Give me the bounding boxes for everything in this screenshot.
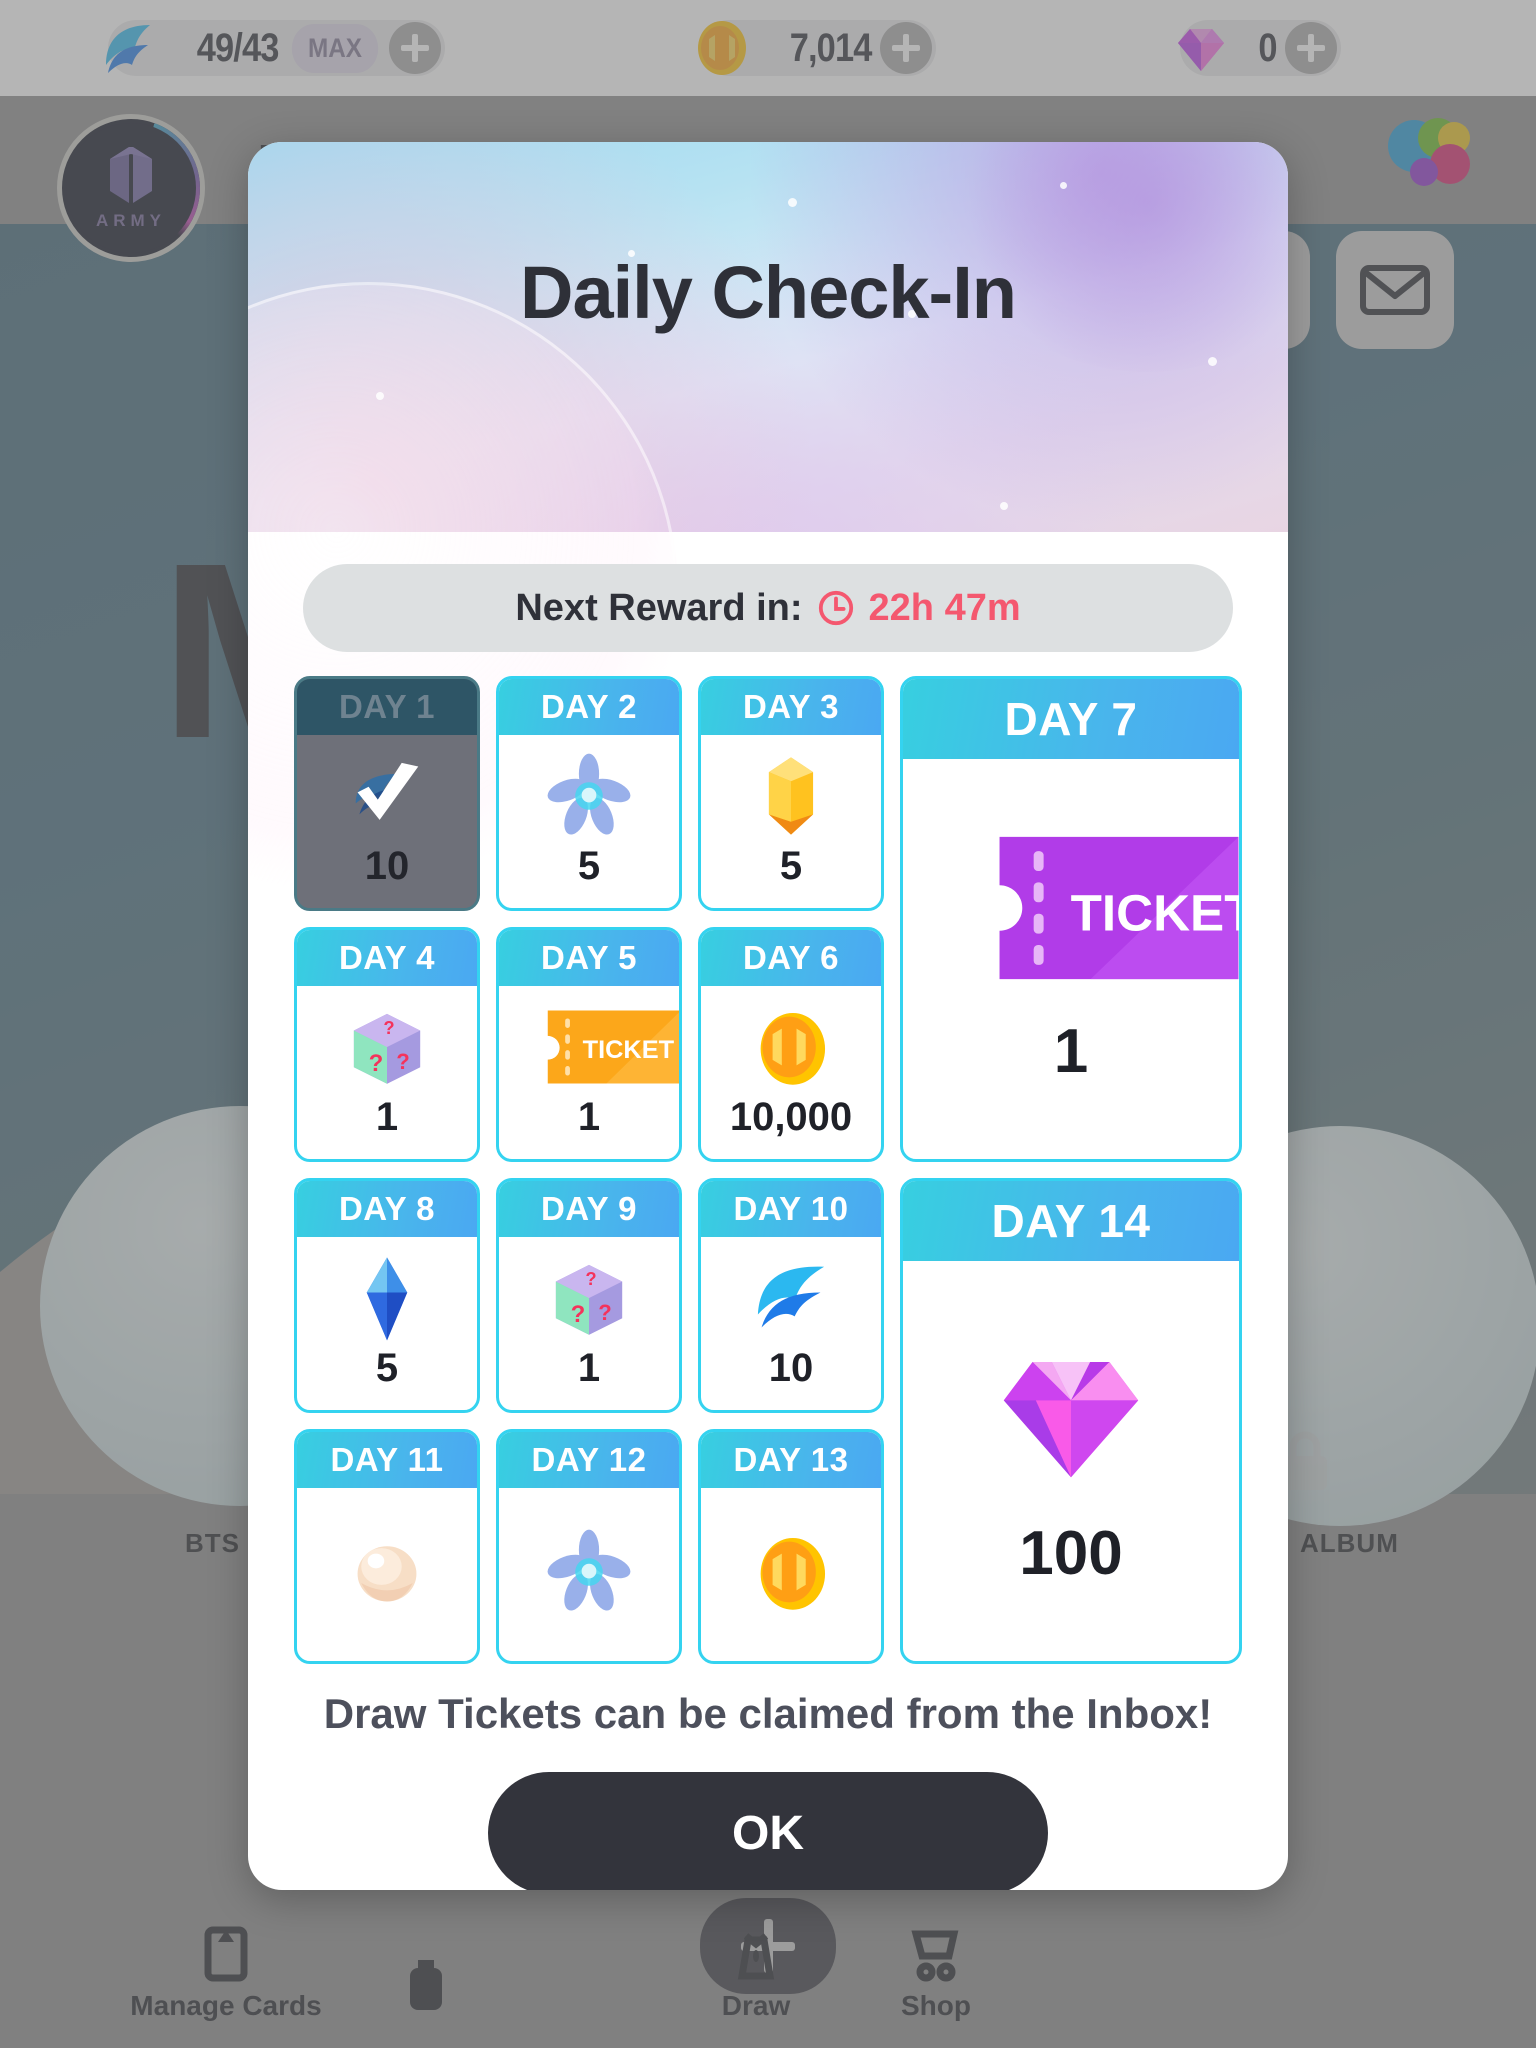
day-card[interactable]: DAY 14 100: [900, 1178, 1242, 1664]
day-card-body: TICKET 1: [499, 986, 679, 1159]
modal-header: Daily Check-In: [248, 142, 1288, 902]
day-card[interactable]: DAY 4 ? ? ? 1: [294, 927, 480, 1162]
day-card-quantity: 10: [768, 1346, 814, 1390]
flower-icon: [543, 1526, 635, 1618]
mystery-box-icon: ? ? ?: [341, 1001, 433, 1093]
day-card-quantity: 10: [364, 844, 410, 888]
purple-ticket-icon: TICKET: [991, 828, 1239, 988]
day-card-header: DAY 8: [297, 1181, 477, 1237]
day-card-quantity: 5: [375, 1346, 399, 1390]
svg-text:TICKET: TICKET: [1071, 884, 1242, 941]
day-card-header: DAY 5: [499, 930, 679, 986]
day-card[interactable]: DAY 10 10: [698, 1178, 884, 1413]
day-card-quantity: 100: [1019, 1518, 1123, 1588]
day-card-body: 5: [499, 735, 679, 908]
svg-text:?: ?: [598, 1300, 612, 1325]
day-card[interactable]: DAY 2 5: [496, 676, 682, 911]
clock-icon: [817, 589, 855, 627]
day-card-body: TICKET 1: [903, 759, 1239, 1159]
diamond-icon: [991, 1330, 1151, 1490]
day-card-body: ? ? ? 1: [499, 1237, 679, 1410]
svg-text:?: ?: [571, 1301, 586, 1328]
svg-text:?: ?: [396, 1049, 409, 1074]
day-card[interactable]: DAY 11: [294, 1429, 480, 1664]
day-card-quantity: 1: [1053, 1016, 1089, 1086]
wing-icon: [745, 1252, 837, 1344]
next-reward-banner: Next Reward in: 22h 47m: [303, 564, 1233, 652]
day-card[interactable]: DAY 6 10,000: [698, 927, 884, 1162]
day-card[interactable]: DAY 1 10: [294, 676, 480, 911]
svg-text:?: ?: [383, 1017, 394, 1038]
day-card-header: DAY 11: [297, 1432, 477, 1488]
day-card-header: DAY 9: [499, 1181, 679, 1237]
day-card-header: DAY 4: [297, 930, 477, 986]
day-card-body: [701, 1488, 881, 1661]
day-card-header: DAY 10: [701, 1181, 881, 1237]
svg-text:TICKET: TICKET: [583, 1036, 675, 1064]
ok-button[interactable]: OK: [488, 1772, 1048, 1890]
day-card-body: [297, 1488, 477, 1661]
day-card[interactable]: DAY 13: [698, 1429, 884, 1664]
next-reward-label: Next Reward in:: [515, 586, 803, 629]
day-card[interactable]: DAY 7 TICKET 1: [900, 676, 1242, 1162]
day-card[interactable]: DAY 8 5: [294, 1178, 480, 1413]
svg-text:?: ?: [585, 1268, 596, 1289]
day-card-body: 10: [701, 1237, 881, 1410]
day-card[interactable]: DAY 9 ? ? ? 1: [496, 1178, 682, 1413]
gold-crystal-icon: [745, 750, 837, 842]
day-card-header: DAY 13: [701, 1432, 881, 1488]
day-card-body: [499, 1488, 679, 1661]
blue-gem-icon: [341, 1252, 433, 1344]
day-cards-scroll-area[interactable]: DAY 1 10 DAY 2 5 DAY 3 5 DAY 7 TICKET 1 …: [294, 676, 1242, 1664]
page-title: Daily Check-In: [520, 251, 1017, 334]
coin-icon: [745, 1526, 837, 1618]
pearl-icon: [341, 1526, 433, 1618]
day-card-header: DAY 14: [903, 1181, 1239, 1261]
daily-checkin-dialog: Daily Check-In Next Reward in: 22h 47m D…: [248, 142, 1288, 1890]
day-card-quantity: 1: [375, 1095, 399, 1139]
orange-ticket-icon: TICKET: [543, 1001, 679, 1093]
footer-note: Draw Tickets can be claimed from the Inb…: [323, 1690, 1213, 1737]
day-cards-grid: DAY 1 10 DAY 2 5 DAY 3 5 DAY 7 TICKET 1 …: [294, 676, 1242, 1664]
day-card-quantity: 5: [779, 844, 803, 888]
day-card-header: DAY 1: [297, 679, 477, 735]
svg-text:?: ?: [369, 1050, 384, 1077]
modal-body: Next Reward in: 22h 47m DAY 1 10 DAY 2 5…: [248, 532, 1288, 1890]
day-card[interactable]: DAY 5 TICKET 1: [496, 927, 682, 1162]
day-card[interactable]: DAY 3 5: [698, 676, 884, 911]
day-card-header: DAY 2: [499, 679, 679, 735]
day-card[interactable]: DAY 12: [496, 1429, 682, 1664]
day-card-body: 5: [701, 735, 881, 908]
next-reward-time: 22h 47m: [868, 586, 1021, 629]
check-icon: [341, 750, 433, 842]
day-card-quantity: 1: [577, 1095, 601, 1139]
day-card-header: DAY 7: [903, 679, 1239, 759]
day-card-body: 10,000: [701, 986, 881, 1159]
day-card-header: DAY 3: [701, 679, 881, 735]
flower-icon: [543, 750, 635, 842]
day-card-quantity: 1: [577, 1346, 601, 1390]
day-card-quantity: 10,000: [729, 1095, 853, 1139]
day-card-body: 100: [903, 1261, 1239, 1661]
day-card-body: 5: [297, 1237, 477, 1410]
day-card-header: DAY 12: [499, 1432, 679, 1488]
day-card-header: DAY 6: [701, 930, 881, 986]
day-card-body: 10: [297, 735, 477, 908]
coin-icon: [745, 1001, 837, 1093]
day-card-quantity: 5: [577, 844, 601, 888]
day-card-body: ? ? ? 1: [297, 986, 477, 1159]
mystery-box-icon: ? ? ?: [543, 1252, 635, 1344]
